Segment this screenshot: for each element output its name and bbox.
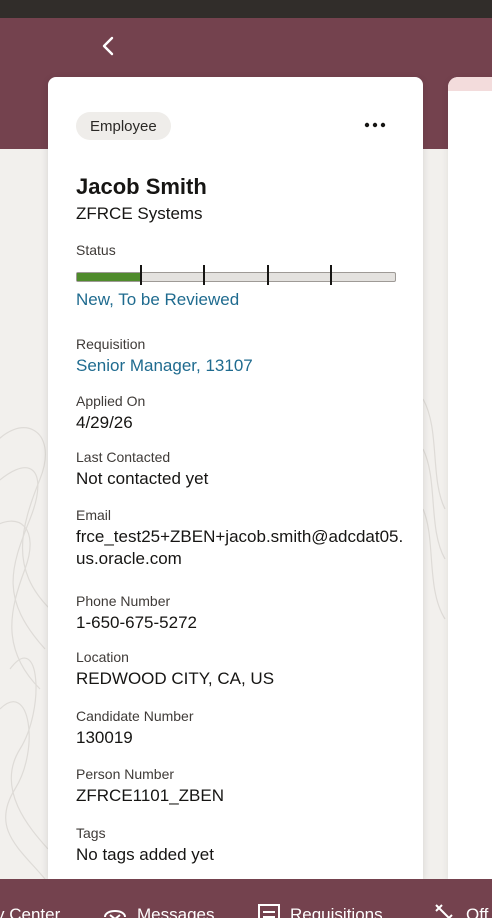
nav-item-messages[interactable]: Messages xyxy=(103,879,214,918)
field-label: Phone Number xyxy=(76,593,171,609)
field-label: Requisition xyxy=(76,336,146,352)
status-label: Status xyxy=(76,242,116,258)
field-label: Email xyxy=(76,507,112,523)
field-value: frce_test25+ZBEN+jacob.smith@adcdat05.us… xyxy=(76,527,404,568)
card-peek-header xyxy=(448,77,492,91)
nav-item-requisitions[interactable]: Requisitions xyxy=(258,879,383,918)
status-progress-bar xyxy=(76,265,396,285)
offers-icon xyxy=(435,904,453,918)
field-phone-number: Phone Number 1-650-675-5272 xyxy=(76,592,406,634)
field-label: Last Contacted xyxy=(76,449,171,465)
nav-item-label: y Center xyxy=(0,905,61,918)
field-label: Location xyxy=(76,649,129,665)
field-value: 4/29/26 xyxy=(76,413,133,432)
field-label: Person Number xyxy=(76,766,175,782)
field-email: Email frce_test25+ZBEN+jacob.smith@adcdat… xyxy=(76,506,406,570)
messages-icon xyxy=(104,910,126,918)
field-value: 130019 xyxy=(76,728,133,747)
field-value: No tags added yet xyxy=(76,845,214,864)
next-candidate-card-peek[interactable] xyxy=(448,77,492,879)
field-requisition: Requisition Senior Manager, 13107 xyxy=(76,335,406,377)
requisitions-icon xyxy=(258,904,280,918)
field-value: REDWOOD CITY, CA, US xyxy=(76,669,275,688)
nav-item-label: Off xyxy=(466,905,489,918)
status-step-marker xyxy=(267,265,269,285)
field-label: Tags xyxy=(76,825,106,841)
field-label: Candidate Number xyxy=(76,708,194,724)
more-horizontal-icon xyxy=(364,122,386,128)
system-top-bar xyxy=(0,0,492,18)
field-location: Location REDWOOD CITY, CA, US xyxy=(76,648,406,690)
field-value: ZFRCE1101_ZBEN xyxy=(76,786,225,805)
status-value-link[interactable]: New, To be Reviewed xyxy=(76,290,239,310)
candidate-name: Jacob Smith xyxy=(76,174,207,199)
field-value-link[interactable]: Senior Manager, 13107 xyxy=(76,355,406,377)
nav-item-center[interactable]: y Center xyxy=(0,879,60,918)
field-value: Not contacted yet xyxy=(76,469,209,488)
field-tags: Tags No tags added yet xyxy=(76,824,406,866)
bottom-navigation: y Center Messages Requisitions Off xyxy=(0,879,492,918)
field-value: 1-650-675-5272 xyxy=(76,613,197,632)
status-progress-fill xyxy=(77,273,141,281)
candidate-card: Employee Jacob Smith ZFRCE Systems Statu… xyxy=(48,77,423,879)
field-label: Applied On xyxy=(76,393,146,409)
field-applied-on: Applied On 4/29/26 xyxy=(76,392,406,434)
nav-item-label: Messages xyxy=(137,905,215,918)
nav-item-label: Requisitions xyxy=(290,905,383,918)
field-last-contacted: Last Contacted Not contacted yet xyxy=(76,448,406,490)
status-step-marker xyxy=(330,265,332,285)
field-person-number: Person Number ZFRCE1101_ZBEN xyxy=(76,765,406,807)
status-step-marker xyxy=(140,265,142,285)
chevron-left-icon xyxy=(102,36,114,56)
back-button[interactable] xyxy=(96,34,120,58)
employee-badge: Employee xyxy=(76,112,171,140)
candidate-company: ZFRCE Systems xyxy=(76,204,203,223)
more-actions-button[interactable] xyxy=(360,113,390,137)
nav-item-offers[interactable]: Off xyxy=(432,879,488,918)
field-candidate-number: Candidate Number 130019 xyxy=(76,707,406,749)
status-step-marker xyxy=(203,265,205,285)
